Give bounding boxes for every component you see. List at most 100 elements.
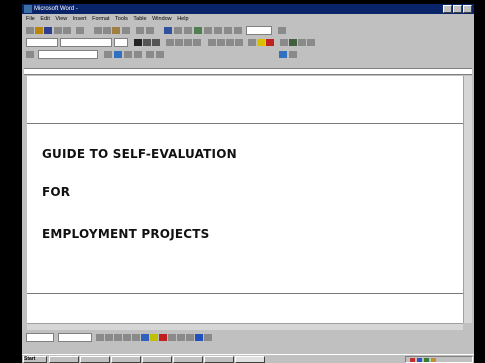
arrow-icon[interactable]	[105, 334, 113, 341]
ruler[interactable]	[24, 68, 472, 75]
oval-icon[interactable]	[123, 334, 131, 341]
toolbar-combo[interactable]	[38, 50, 98, 59]
tables-borders-icon[interactable]	[174, 27, 182, 34]
align-right-icon[interactable]	[184, 39, 192, 46]
taskbar-item-word-active[interactable]	[235, 356, 265, 363]
start-button[interactable]: Start	[23, 356, 47, 363]
toolbar-icon-c[interactable]	[114, 51, 122, 58]
menu-format[interactable]: Format	[92, 16, 109, 22]
new-document-icon[interactable]	[26, 27, 34, 34]
line-style-icon[interactable]	[168, 334, 176, 341]
columns-icon[interactable]	[204, 27, 212, 34]
open-folder-icon[interactable]	[35, 27, 43, 34]
wordart-icon[interactable]	[141, 334, 149, 341]
tray-icon-1[interactable]	[410, 358, 415, 362]
menu-edit[interactable]: Edit	[40, 16, 49, 22]
increase-indent-icon[interactable]	[235, 39, 243, 46]
document-page[interactable]: GUIDE TO SELF-EVALUATION FOR EMPLOYMENT …	[27, 76, 463, 323]
numbering-icon[interactable]	[208, 39, 216, 46]
extra-tool-3-icon[interactable]	[298, 39, 306, 46]
print-preview-icon[interactable]	[63, 27, 71, 34]
line-color-icon[interactable]	[159, 334, 167, 341]
line-icon[interactable]	[96, 334, 104, 341]
insert-excel-icon[interactable]	[194, 27, 202, 34]
zoom-combo[interactable]	[246, 26, 272, 35]
autoshapes-button[interactable]	[58, 333, 92, 342]
fill-color-icon[interactable]	[150, 334, 158, 341]
undo-icon[interactable]	[136, 27, 144, 34]
font-size-combo[interactable]	[114, 38, 128, 47]
save-icon[interactable]	[44, 27, 52, 34]
show-hide-icon[interactable]	[234, 27, 242, 34]
cut-icon[interactable]	[94, 27, 102, 34]
text-box-icon[interactable]	[132, 334, 140, 341]
copy-icon[interactable]	[103, 27, 111, 34]
dash-style-icon[interactable]	[177, 334, 185, 341]
align-left-icon[interactable]	[166, 39, 174, 46]
taskbar-item-6[interactable]	[204, 356, 234, 363]
formatting-toolbar	[24, 37, 472, 48]
maximize-button[interactable]	[453, 5, 462, 13]
menu-insert[interactable]: Insert	[73, 16, 87, 22]
align-center-icon[interactable]	[175, 39, 183, 46]
extra-tool-4-icon[interactable]	[307, 39, 315, 46]
extra-tool-1-icon[interactable]	[280, 39, 288, 46]
help-icon[interactable]	[278, 27, 286, 34]
taskbar-item-2[interactable]	[80, 356, 110, 363]
tray-icon-3[interactable]	[424, 358, 429, 362]
horizontal-scrollbar[interactable]	[27, 323, 463, 330]
toolbar-icon-a[interactable]	[26, 51, 34, 58]
menu-table[interactable]: Table	[133, 16, 146, 22]
menu-view[interactable]: View	[55, 16, 67, 22]
font-color-icon[interactable]	[266, 39, 274, 46]
taskbar-item-1[interactable]	[49, 356, 79, 363]
redo-icon[interactable]	[146, 27, 154, 34]
justify-icon[interactable]	[193, 39, 201, 46]
taskbar-item-5[interactable]	[173, 356, 203, 363]
rectangle-icon[interactable]	[114, 334, 122, 341]
toolbar-icon-i[interactable]	[289, 51, 297, 58]
bold-icon[interactable]	[134, 39, 142, 46]
underline-icon[interactable]	[152, 39, 160, 46]
insert-table-icon[interactable]	[184, 27, 192, 34]
3d-icon[interactable]	[204, 334, 212, 341]
extra-tool-2-icon[interactable]	[289, 39, 297, 46]
minimize-button[interactable]	[443, 5, 452, 13]
hyperlink-icon[interactable]	[164, 27, 172, 34]
tray-icon-2[interactable]	[417, 358, 422, 362]
toolbar-icon-g[interactable]	[156, 51, 164, 58]
draw-menu-button[interactable]	[26, 333, 54, 342]
print-icon[interactable]	[54, 27, 62, 34]
highlight-icon[interactable]	[257, 39, 265, 46]
menu-tools[interactable]: Tools	[115, 16, 128, 22]
toolbar-icon-d[interactable]	[124, 51, 132, 58]
arrow-style-icon[interactable]	[186, 334, 194, 341]
tray-icon-4[interactable]	[431, 358, 436, 362]
menu-bar: File Edit View Insert Format Tools Table…	[22, 15, 474, 24]
font-combo[interactable]	[60, 38, 112, 47]
close-button[interactable]	[463, 5, 472, 13]
borders-icon[interactable]	[248, 39, 256, 46]
style-combo[interactable]	[26, 38, 58, 47]
paste-icon[interactable]	[112, 27, 120, 34]
spelling-icon[interactable]	[76, 27, 84, 34]
vertical-scrollbar[interactable]	[463, 76, 472, 323]
document-map-icon[interactable]	[224, 27, 232, 34]
format-painter-icon[interactable]	[122, 27, 130, 34]
bullets-icon[interactable]	[217, 39, 225, 46]
shadow-icon[interactable]	[195, 334, 203, 341]
toolbar-icon-b[interactable]	[104, 51, 112, 58]
menu-file[interactable]: File	[26, 16, 35, 22]
toolbar-icon-h[interactable]	[279, 51, 287, 58]
menu-window[interactable]: Window	[152, 16, 172, 22]
decrease-indent-icon[interactable]	[226, 39, 234, 46]
taskbar-item-3[interactable]	[111, 356, 141, 363]
toolbar-icon-f[interactable]	[146, 51, 154, 58]
taskbar-item-4[interactable]	[142, 356, 172, 363]
toolbar-icon-e[interactable]	[134, 51, 142, 58]
menu-help[interactable]: Help	[177, 16, 188, 22]
taskbar: Start	[22, 354, 474, 363]
italic-icon[interactable]	[143, 39, 151, 46]
standard-toolbar	[24, 25, 472, 36]
drawing-icon[interactable]	[214, 27, 222, 34]
